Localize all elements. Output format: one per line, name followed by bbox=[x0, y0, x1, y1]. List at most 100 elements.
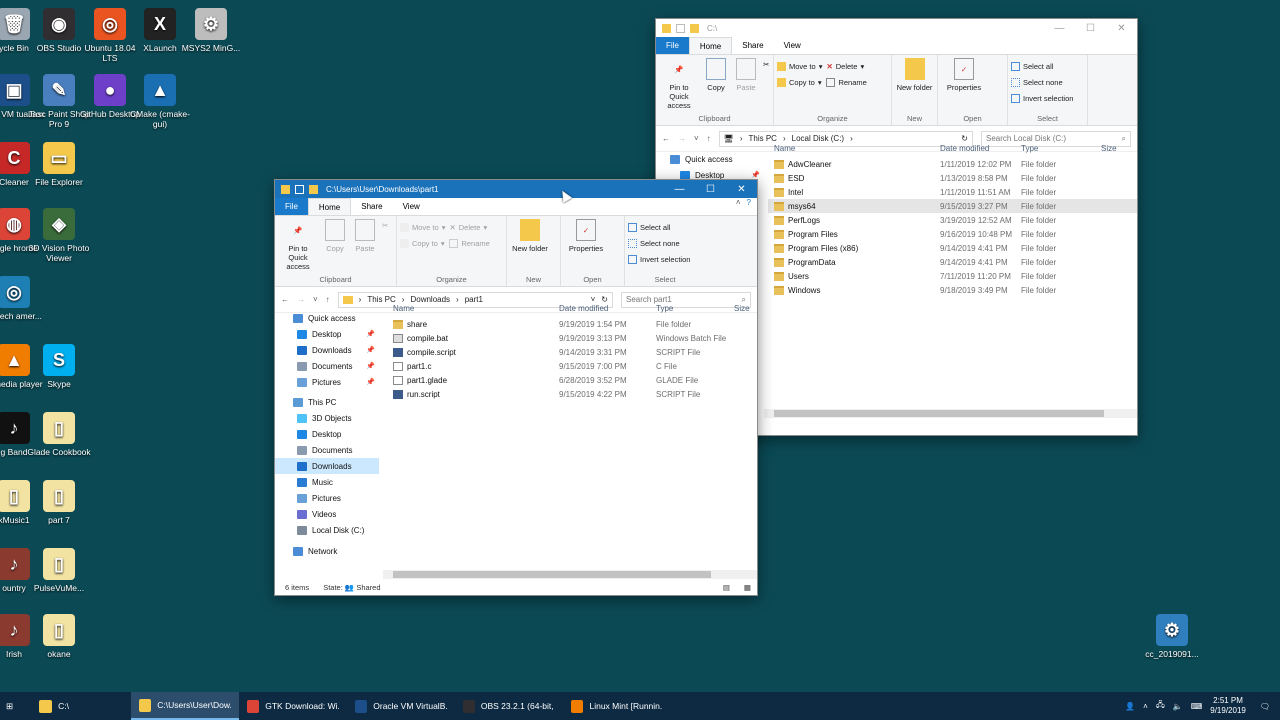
properties-button[interactable]: ✓ Properties bbox=[941, 58, 987, 112]
taskbar-item-oracle-vm-virtualb[interactable]: Oracle VM VirtualB... bbox=[347, 692, 455, 720]
nav-quick-access[interactable]: Quick access bbox=[670, 151, 760, 167]
taskbar-item-linux-mint-runnin[interactable]: Linux Mint [Runnin... bbox=[563, 692, 671, 720]
forward-arrow-icon[interactable]: → bbox=[297, 295, 305, 304]
desktop-icon-msys2-ming[interactable]: ⚙ MSYS2 MinG... bbox=[179, 8, 243, 53]
select-none-button[interactable]: Select none bbox=[1011, 76, 1073, 89]
tab-share[interactable]: Share bbox=[351, 198, 392, 215]
minimize-button[interactable]: — bbox=[1044, 19, 1075, 37]
desktop-icon-part-7[interactable]: ▯ part 7 bbox=[27, 480, 91, 525]
network-icon[interactable]: 🖧 bbox=[1156, 699, 1165, 713]
column-size[interactable]: Size bbox=[1101, 144, 1137, 153]
tab-view[interactable]: View bbox=[393, 198, 430, 215]
nav-item-downloads[interactable]: Downloads bbox=[275, 458, 379, 474]
scrollbar-thumb[interactable] bbox=[393, 571, 711, 578]
nav-item-downloads[interactable]: Downloads 📌 bbox=[275, 342, 379, 358]
table-row[interactable]: Program Files (x86) 9/14/2019 4:41 PM File… bbox=[768, 241, 1137, 255]
paste-button[interactable]: Paste bbox=[733, 58, 759, 112]
back-arrow-icon[interactable]: ← bbox=[281, 295, 289, 304]
tab-file[interactable]: File bbox=[656, 37, 689, 54]
nav-item-local-disk-c[interactable]: Local Disk (C:) bbox=[275, 522, 379, 538]
table-row[interactable]: PerfLogs 3/19/2019 12:52 AM File folder bbox=[768, 213, 1137, 227]
desktop-icon-pulsevume[interactable]: ▯ PulseVuMe... bbox=[27, 548, 91, 593]
maximize-button[interactable]: ☐ bbox=[1075, 19, 1106, 37]
up-arrow-icon[interactable]: ↑ bbox=[707, 134, 711, 143]
table-row[interactable]: Program Files 9/16/2019 10:48 PM File fold… bbox=[768, 227, 1137, 241]
table-row[interactable]: AdwCleaner 1/11/2019 12:02 PM File folder bbox=[768, 157, 1137, 171]
desktop-icon-glade-cookbook[interactable]: ▯ Glade Cookbook bbox=[27, 412, 91, 457]
nav-item-pictures[interactable]: Pictures 📌 bbox=[275, 374, 379, 390]
column-type[interactable]: Type bbox=[656, 304, 734, 313]
delete-button[interactable]: ✕ Delete ▾ bbox=[449, 221, 489, 234]
chevron-up-icon[interactable]: ˄ bbox=[730, 198, 747, 215]
column-name[interactable]: Name bbox=[387, 304, 559, 313]
nav-quick-access[interactable]: Quick access bbox=[275, 310, 379, 326]
forward-arrow-icon[interactable]: → bbox=[678, 134, 686, 143]
taskbar-item-gtk-download-wi[interactable]: GTK Download: Wi... bbox=[239, 692, 347, 720]
taskbar-item-c-users-user-dow[interactable]: C:\Users\User\Dow... bbox=[131, 692, 240, 720]
title-bar[interactable]: C:\ — ☐ ✕ bbox=[656, 19, 1137, 37]
details-view-icon[interactable]: ▤ bbox=[723, 583, 730, 592]
title-bar[interactable]: C:\Users\User\Downloads\part1 — ☐ ✕ bbox=[275, 180, 757, 198]
pin-button[interactable]: 📌 Pin to Quick access bbox=[659, 58, 699, 112]
copy-to-button[interactable]: Copy to ▾ bbox=[400, 237, 445, 250]
nav-item-music[interactable]: Music bbox=[275, 474, 379, 490]
horizontal-scrollbar[interactable] bbox=[383, 570, 757, 579]
table-row[interactable]: Windows 9/18/2019 3:49 PM File folder bbox=[768, 283, 1137, 297]
new-folder-icon[interactable] bbox=[690, 23, 699, 33]
column-size[interactable]: Size bbox=[734, 304, 757, 313]
select-all-button[interactable]: Select all bbox=[628, 221, 690, 234]
table-row[interactable]: msys64 9/15/2019 3:27 PM File folder bbox=[768, 199, 1137, 213]
column-date[interactable]: Date modified bbox=[940, 144, 1021, 153]
start-button[interactable]: ⊞ bbox=[0, 692, 19, 720]
maximize-button[interactable]: ☐ bbox=[695, 180, 726, 198]
notifications-icon[interactable]: 🗨 bbox=[1260, 702, 1270, 711]
select-none-button[interactable]: Select none bbox=[628, 237, 690, 250]
table-row[interactable]: share 9/19/2019 1:54 PM File folder bbox=[387, 317, 757, 331]
table-row[interactable]: compile.script 9/14/2019 3:31 PM SCRIPT Fi… bbox=[387, 345, 757, 359]
table-row[interactable]: Users 7/11/2019 11:20 PM File folder bbox=[768, 269, 1137, 283]
column-name[interactable]: Name bbox=[768, 144, 940, 153]
horizontal-scrollbar[interactable] bbox=[764, 409, 1137, 418]
desktop-icon-okane[interactable]: ▯ okane bbox=[27, 614, 91, 659]
tab-share[interactable]: Share bbox=[732, 37, 773, 54]
table-row[interactable]: run.script 9/15/2019 4:22 PM SCRIPT File bbox=[387, 387, 757, 401]
taskbar-item-c[interactable]: C:\ bbox=[31, 692, 131, 720]
rename-button[interactable]: Rename bbox=[449, 237, 490, 250]
clock[interactable]: 2:51 PM 9/19/2019 bbox=[1210, 696, 1246, 716]
minimize-button[interactable]: — bbox=[664, 180, 695, 198]
properties-button[interactable]: ✓ Properties bbox=[564, 219, 608, 273]
scrollbar-thumb[interactable] bbox=[774, 410, 1104, 417]
cut-icon[interactable]: ✂ bbox=[763, 60, 769, 69]
paste-button[interactable]: Paste bbox=[352, 219, 378, 273]
chevron-down-icon[interactable]: ˅ bbox=[313, 295, 318, 304]
close-button[interactable]: ✕ bbox=[726, 180, 757, 198]
new-folder-button[interactable]: New folder bbox=[895, 58, 934, 112]
table-row[interactable]: compile.bat 9/19/2019 3:13 PM Windows Batc… bbox=[387, 331, 757, 345]
nav-item-desktop[interactable]: Desktop 📌 bbox=[275, 326, 379, 342]
volume-icon[interactable]: 🔈 bbox=[1173, 702, 1183, 711]
nav-this-pc[interactable]: This PC bbox=[275, 394, 379, 410]
delete-button[interactable]: ✕ Delete ▾ bbox=[826, 60, 866, 73]
column-date[interactable]: Date modified bbox=[559, 304, 656, 313]
nav-item-documents[interactable]: Documents 📌 bbox=[275, 358, 379, 374]
taskbar-item-obs-23-2-1-64-bit[interactable]: OBS 23.2.1 (64-bit, ... bbox=[455, 692, 563, 720]
cut-icon[interactable]: ✂ bbox=[382, 221, 388, 230]
copy-to-button[interactable]: Copy to ▾ bbox=[777, 76, 822, 89]
move-to-button[interactable]: Move to ▾ bbox=[400, 221, 445, 234]
desktop-icon-3d-vision-photo-viewer[interactable]: ◈ 3D Vision Photo Viewer bbox=[27, 208, 91, 263]
copy-button[interactable]: Copy bbox=[703, 58, 729, 112]
nav-network[interactable]: Network bbox=[275, 543, 379, 559]
back-arrow-icon[interactable]: ← bbox=[662, 134, 670, 143]
desktop-icon-egitech-amer[interactable]: ◎ egitech amer... bbox=[0, 276, 46, 321]
nav-item-documents[interactable]: Documents bbox=[275, 442, 379, 458]
chevron-down-icon[interactable]: ˅ bbox=[694, 134, 699, 143]
help-icon[interactable]: ? bbox=[747, 198, 757, 215]
move-to-button[interactable]: Move to ▾ bbox=[777, 60, 822, 73]
large-icons-view-icon[interactable]: ▦ bbox=[744, 583, 757, 592]
desktop-icon-file-explorer[interactable]: ▭ File Explorer bbox=[27, 142, 91, 187]
nav-item-pictures[interactable]: Pictures bbox=[275, 490, 379, 506]
nav-item-videos[interactable]: Videos bbox=[275, 506, 379, 522]
table-row[interactable]: Intel 1/11/2019 11:51 AM File folder bbox=[768, 185, 1137, 199]
select-all-button[interactable]: Select all bbox=[1011, 60, 1073, 73]
nav-item-3d-objects[interactable]: 3D Objects bbox=[275, 410, 379, 426]
